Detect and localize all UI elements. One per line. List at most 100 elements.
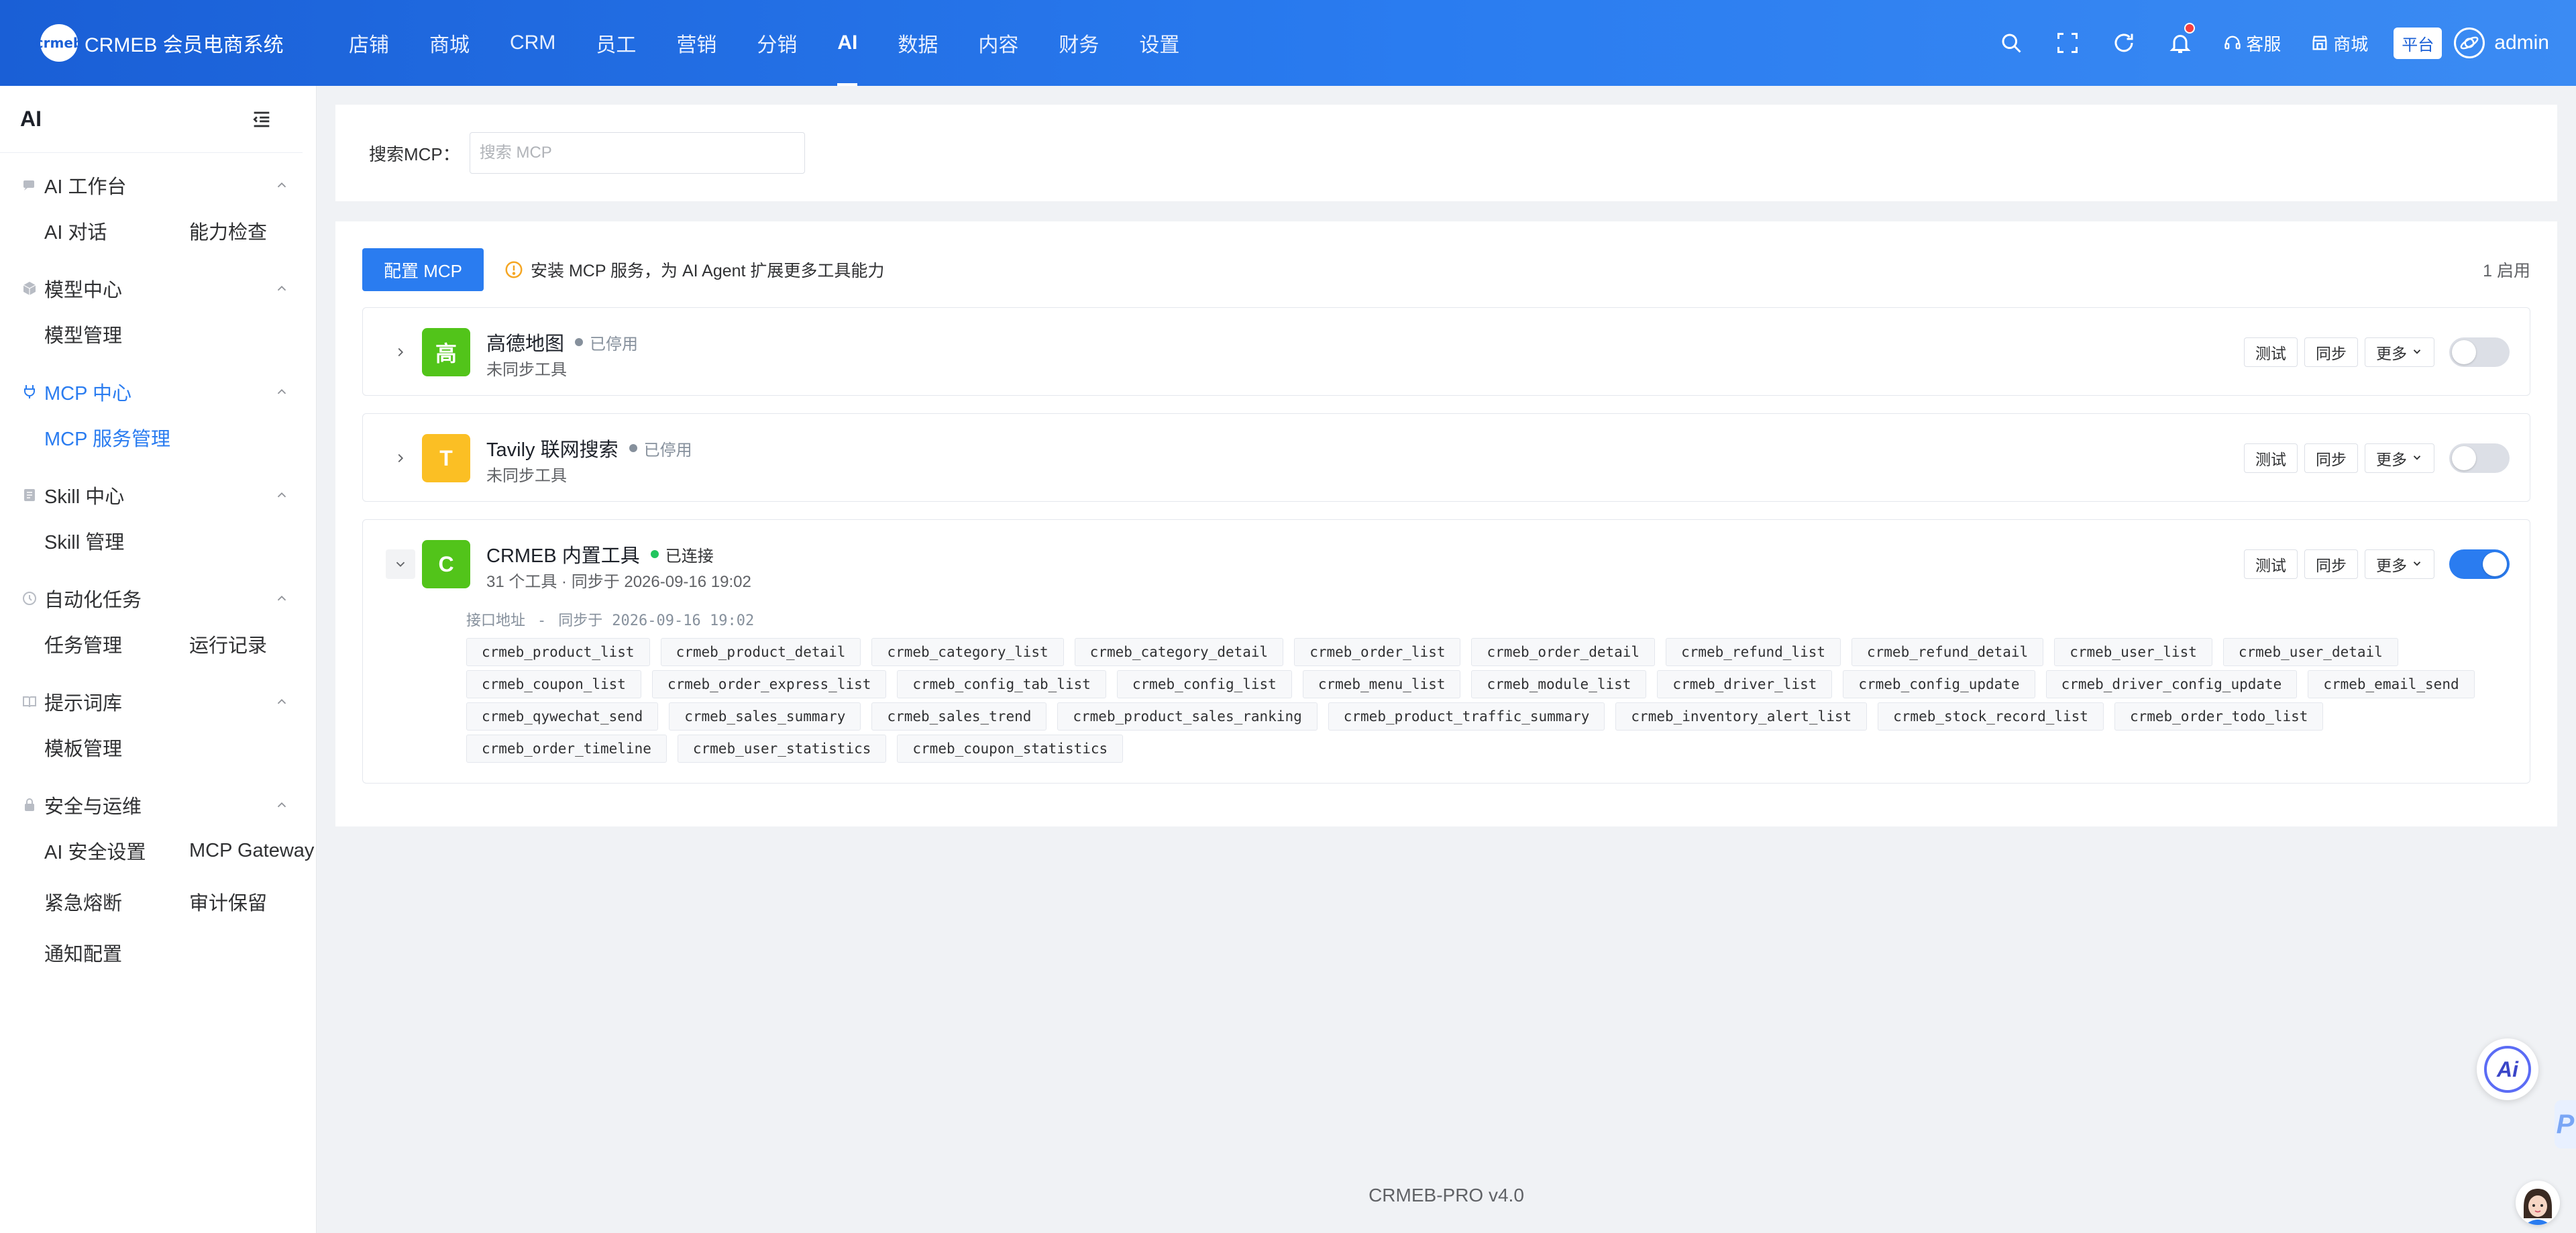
tool-tag: crmeb_config_tab_list xyxy=(897,670,1106,698)
platform-button[interactable]: 平台 xyxy=(2394,27,2443,59)
bell-icon[interactable] xyxy=(2152,0,2208,86)
test-button[interactable]: 测试 xyxy=(2244,443,2298,473)
menu-group-3: Skill 中心 Skill 管理 xyxy=(0,475,316,566)
sidebar-item[interactable]: 能力检查 xyxy=(189,205,337,256)
sidebar-item[interactable]: AI 安全设置 xyxy=(44,825,189,876)
tool-tag: crmeb_driver_config_update xyxy=(2045,670,2298,698)
sidebar-item[interactable]: Skill 管理 xyxy=(44,515,189,566)
status-text: 已停用 xyxy=(590,335,639,354)
chevron-up-icon[interactable] xyxy=(274,178,289,193)
hint-text: 安装 MCP 服务，为 AI Agent 扩展更多工具能力 xyxy=(531,262,885,280)
nav-item-7[interactable]: 数据 xyxy=(877,0,958,86)
menu-collapse-icon[interactable] xyxy=(250,108,273,131)
chevron-up-icon[interactable] xyxy=(274,281,289,296)
tool-tag: crmeb_coupon_statistics xyxy=(897,735,1124,763)
search-input[interactable] xyxy=(469,132,805,174)
search-icon[interactable] xyxy=(1983,0,2039,86)
sidebar-item[interactable]: 运行记录 xyxy=(189,619,337,669)
chevron-up-icon[interactable] xyxy=(274,384,289,399)
menu-group-header[interactable]: 提示词库 xyxy=(0,682,316,722)
chevron-up-icon[interactable] xyxy=(274,694,289,709)
menu-group-header[interactable]: MCP 中心 xyxy=(0,372,316,412)
nav-item-5[interactable]: 分销 xyxy=(737,0,817,86)
nav-item-1[interactable]: 商城 xyxy=(409,0,490,86)
sidebar-item[interactable]: 任务管理 xyxy=(44,619,189,669)
tool-tag: crmeb_order_timeline xyxy=(466,735,667,763)
sync-label: 同步于 xyxy=(558,612,603,629)
tool-tag: crmeb_driver_list xyxy=(1657,670,1833,698)
nav-item-8[interactable]: 内容 xyxy=(958,0,1038,86)
expand-row-icon[interactable] xyxy=(386,443,415,473)
expand-row-icon[interactable] xyxy=(386,337,415,367)
nav-item-10[interactable]: 设置 xyxy=(1119,0,1199,86)
menu-group-header[interactable]: 安全与运维 xyxy=(0,785,316,825)
nav-item-0[interactable]: 店铺 xyxy=(329,0,409,86)
nav-item-4[interactable]: 营销 xyxy=(656,0,737,86)
sync-button[interactable]: 同步 xyxy=(2304,549,2358,579)
sync-button[interactable]: 同步 xyxy=(2304,443,2358,473)
sidebar-item[interactable]: MCP Gateway xyxy=(189,825,337,876)
test-button[interactable]: 测试 xyxy=(2244,337,2298,367)
mall-link[interactable]: 商城 xyxy=(2310,31,2368,56)
chevron-up-icon[interactable] xyxy=(274,591,289,606)
sidebar-item[interactable]: 审计保留 xyxy=(189,876,337,927)
menu-group-header[interactable]: 模型中心 xyxy=(0,268,316,309)
test-button[interactable]: 测试 xyxy=(2244,549,2298,579)
menu-group-label: 提示词库 xyxy=(44,693,123,714)
nav-item-6[interactable]: AI xyxy=(817,0,877,86)
service-name: CRMEB 内置工具 xyxy=(486,545,640,567)
enable-toggle[interactable] xyxy=(2449,443,2510,473)
tool-tag: crmeb_product_traffic_summary xyxy=(1328,702,1605,731)
nav-item-9[interactable]: 财务 xyxy=(1038,0,1119,86)
sidebar-item[interactable]: 通知配置 xyxy=(44,927,189,978)
menu-group-header[interactable]: AI 工作台 xyxy=(0,165,316,205)
sidebar-item[interactable]: 模板管理 xyxy=(44,722,189,773)
more-dropdown[interactable]: 更多 xyxy=(2365,443,2434,473)
menu-group-header[interactable]: Skill 中心 xyxy=(0,475,316,515)
more-label: 更多 xyxy=(2376,451,2407,468)
chevron-up-icon[interactable] xyxy=(274,488,289,502)
more-dropdown[interactable]: 更多 xyxy=(2365,337,2434,367)
sync-time: 2026-09-16 19:02 xyxy=(612,612,755,629)
menu-group-label: Skill 中心 xyxy=(44,486,125,508)
sync-button[interactable]: 同步 xyxy=(2304,337,2358,367)
sidebar-item[interactable]: AI 对话 xyxy=(44,205,189,256)
service-link[interactable]: 客服 xyxy=(2223,31,2281,56)
menu-group-title: AI 工作台 xyxy=(21,171,126,199)
sidebar-item[interactable]: 紧急熔断 xyxy=(44,876,189,927)
tool-tag: crmeb_order_express_list xyxy=(651,670,887,698)
clock-icon xyxy=(21,590,38,606)
top-right-tools: 客服 商城 平台 admin xyxy=(1983,0,2563,86)
user-name[interactable]: admin xyxy=(2494,32,2549,54)
enable-toggle[interactable] xyxy=(2449,549,2510,579)
config-mcp-button[interactable]: 配置 MCP xyxy=(362,248,484,291)
ai-assistant-button[interactable]: Ai xyxy=(2477,1038,2538,1100)
user-avatar[interactable] xyxy=(2454,28,2485,58)
fullscreen-icon[interactable] xyxy=(2039,0,2096,86)
mcp-service-list-card: 配置 MCP 安装 MCP 服务，为 AI Agent 扩展更多工具能力 1 启… xyxy=(335,221,2557,826)
service-name: 高德地图 xyxy=(486,333,565,355)
menu-sub-items: AI 安全设置 MCP Gateway 紧急熔断 审计保留 通知配置 xyxy=(0,825,316,978)
enable-toggle[interactable] xyxy=(2449,337,2510,367)
tool-tag: crmeb_order_list xyxy=(1294,638,1461,666)
brand-logo: crmeb xyxy=(36,24,83,62)
side-edge-tab[interactable]: P xyxy=(2555,1100,2576,1148)
more-dropdown[interactable]: 更多 xyxy=(2365,549,2434,579)
nav-item-2[interactable]: CRM xyxy=(490,0,576,86)
sidebar-item[interactable]: MCP 服务管理 xyxy=(44,412,189,463)
support-avatar-icon xyxy=(2516,1181,2560,1225)
tool-tag: crmeb_order_detail xyxy=(1471,638,1656,666)
sidebar-item[interactable]: 模型管理 xyxy=(44,309,189,360)
menu-group-header[interactable]: 自动化任务 xyxy=(0,578,316,619)
refresh-icon[interactable] xyxy=(2096,0,2152,86)
tool-tag: crmeb_product_sales_ranking xyxy=(1057,702,1318,731)
cube-icon xyxy=(21,280,38,297)
tool-tag: crmeb_sales_trend xyxy=(871,702,1047,731)
chevron-up-icon[interactable] xyxy=(274,798,289,812)
tool-tag: crmeb_email_send xyxy=(2308,670,2475,698)
menu-sub-items: Skill 管理 xyxy=(0,515,316,566)
collapse-row-icon[interactable] xyxy=(386,549,415,579)
nav-item-3[interactable]: 员工 xyxy=(576,0,656,86)
support-avatar[interactable] xyxy=(2516,1181,2560,1225)
brand[interactable]: crmeb CRMEB 会员电商系统 xyxy=(0,0,315,86)
